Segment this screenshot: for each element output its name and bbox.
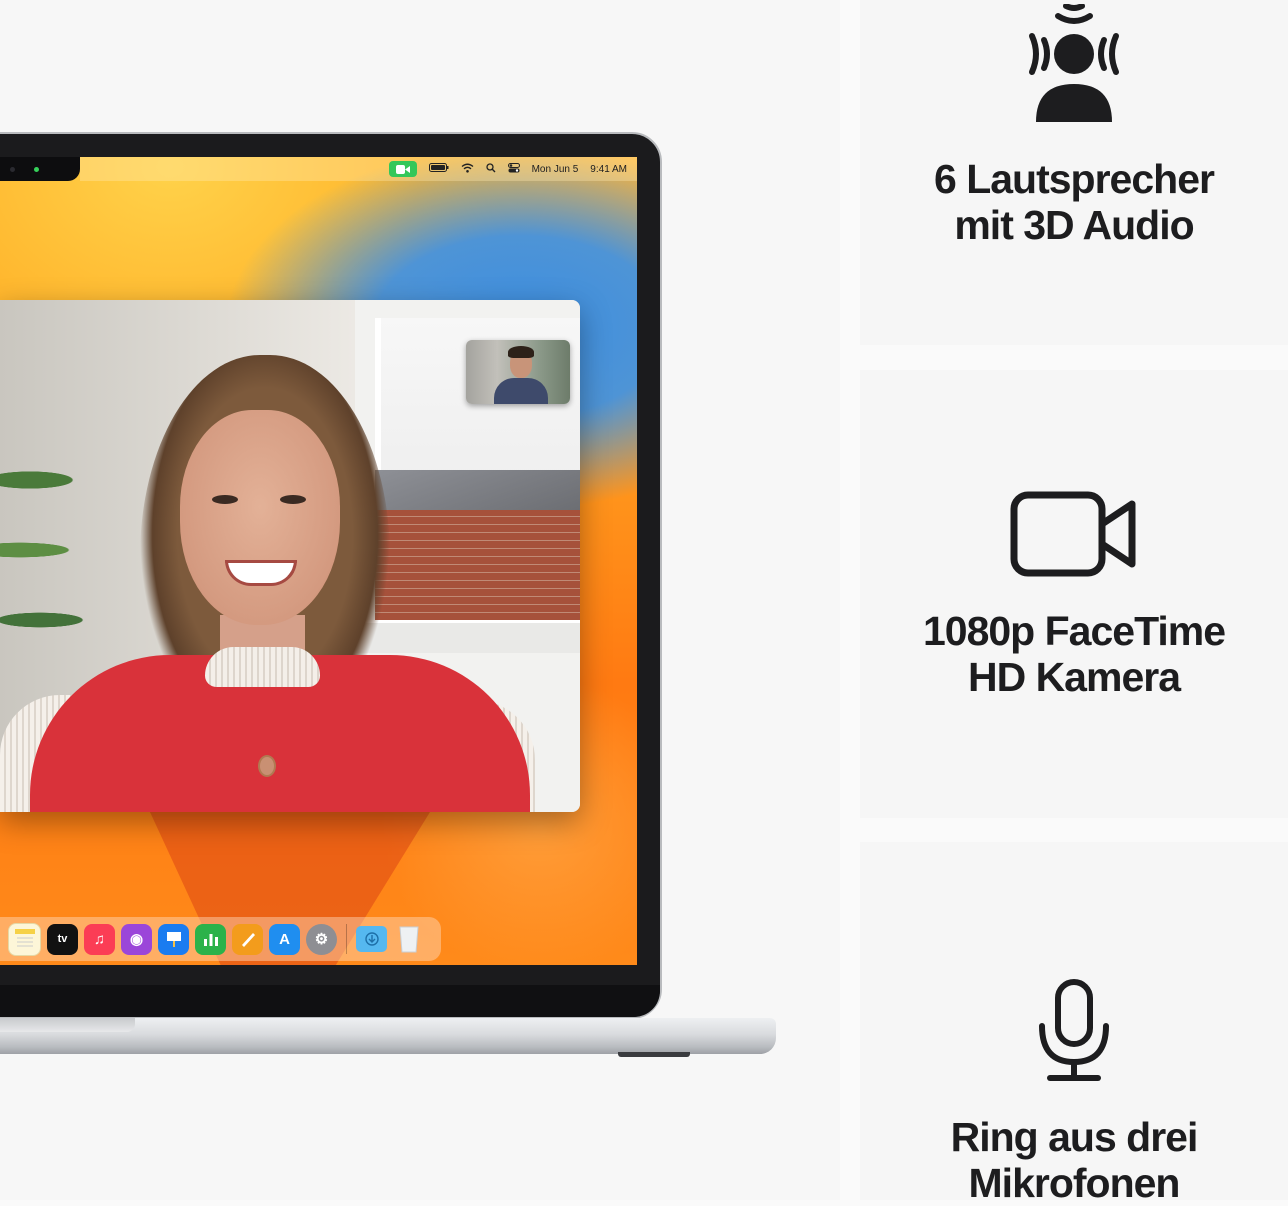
- laptop-foot: [618, 1052, 690, 1057]
- dock-trash-icon[interactable]: [393, 924, 424, 955]
- self-view-hair: [508, 346, 534, 358]
- video-camera-icon: [1010, 490, 1138, 583]
- dock-system-settings-icon[interactable]: ⚙: [306, 923, 337, 955]
- podcasts-glyph: ◉: [129, 931, 144, 948]
- caller-smile: [225, 560, 297, 586]
- caller-eye-right: [280, 495, 306, 504]
- feature-microphones-text: Ring aus drei Mikrofonen: [860, 1114, 1288, 1206]
- caller-video-person: [0, 355, 535, 812]
- camera-notch: [0, 157, 80, 181]
- music-glyph: ♫: [93, 930, 106, 948]
- feature-panel-camera: 1080p FaceTime HD Kamera: [860, 370, 1288, 818]
- feature-speakers-line1: 6 Lautsprecher: [934, 156, 1215, 202]
- feature-panel-speakers: 6 Lautsprecher mit 3D Audio: [860, 0, 1288, 345]
- camera-lens-icon: [10, 167, 15, 172]
- caller-face: [180, 410, 340, 625]
- macbook-illustration: Mon Jun 5 9:41 AM tv ♫ ◉ A ⚙: [0, 0, 840, 1200]
- wifi-icon[interactable]: [461, 163, 474, 176]
- feature-speakers-line2: mit 3D Audio: [954, 202, 1194, 248]
- self-view-thumbnail[interactable]: [466, 340, 570, 404]
- laptop-base: [0, 1018, 776, 1054]
- laptop-chin: [0, 985, 660, 1017]
- caller-collar: [205, 647, 320, 687]
- dock-apple-tv-icon[interactable]: tv: [47, 923, 78, 955]
- settings-glyph: ⚙: [314, 931, 329, 948]
- feature-panel-microphones: Ring aus drei Mikrofonen: [860, 842, 1288, 1206]
- feature-speakers-text: 6 Lautsprecher mit 3D Audio: [860, 156, 1288, 248]
- lid-opening-notch: [0, 1018, 135, 1032]
- menubar-date[interactable]: Mon Jun 5: [532, 164, 579, 175]
- self-view-body: [494, 378, 548, 404]
- dock-music-icon[interactable]: ♫: [84, 923, 115, 955]
- microphone-icon: [1036, 978, 1112, 1089]
- feature-microphones-line2: Mikrofonen: [968, 1160, 1181, 1206]
- dock-separator: [346, 924, 347, 954]
- facetime-call-window[interactable]: [0, 300, 580, 812]
- battery-icon[interactable]: [428, 163, 449, 175]
- apple-tv-label: tv: [57, 933, 68, 945]
- dock-numbers-icon[interactable]: [195, 923, 226, 955]
- caller-necklace-pendant: [258, 755, 276, 777]
- dock-app-store-icon[interactable]: A: [269, 923, 300, 955]
- menubar-time[interactable]: 9:41 AM: [590, 164, 627, 175]
- menu-bar: Mon Jun 5 9:41 AM: [80, 157, 637, 181]
- spotlight-search-icon[interactable]: [485, 162, 496, 176]
- dock: tv ♫ ◉ A ⚙: [0, 917, 441, 961]
- camera-active-led-icon: [34, 167, 39, 172]
- feature-camera-text: 1080p FaceTime HD Kamera: [860, 608, 1288, 700]
- caller-eye-left: [212, 495, 238, 504]
- control-center-icon[interactable]: [507, 162, 520, 176]
- facetime-indicator-icon[interactable]: [388, 161, 417, 177]
- feature-camera-line1: 1080p FaceTime: [922, 608, 1226, 654]
- dock-downloads-folder-icon[interactable]: [356, 926, 387, 952]
- dock-podcasts-icon[interactable]: ◉: [121, 923, 152, 955]
- feature-microphones-line1: Ring aus drei: [950, 1114, 1199, 1160]
- dock-keynote-icon[interactable]: [158, 923, 189, 955]
- dock-pages-icon[interactable]: [232, 923, 263, 955]
- laptop-screen: Mon Jun 5 9:41 AM tv ♫ ◉ A ⚙: [0, 157, 637, 965]
- spatial-audio-person-icon: [1018, 3, 1130, 131]
- feature-camera-line2: HD Kamera: [967, 654, 1181, 700]
- dock-notes-icon[interactable]: [8, 922, 41, 956]
- app-store-glyph: A: [279, 930, 290, 948]
